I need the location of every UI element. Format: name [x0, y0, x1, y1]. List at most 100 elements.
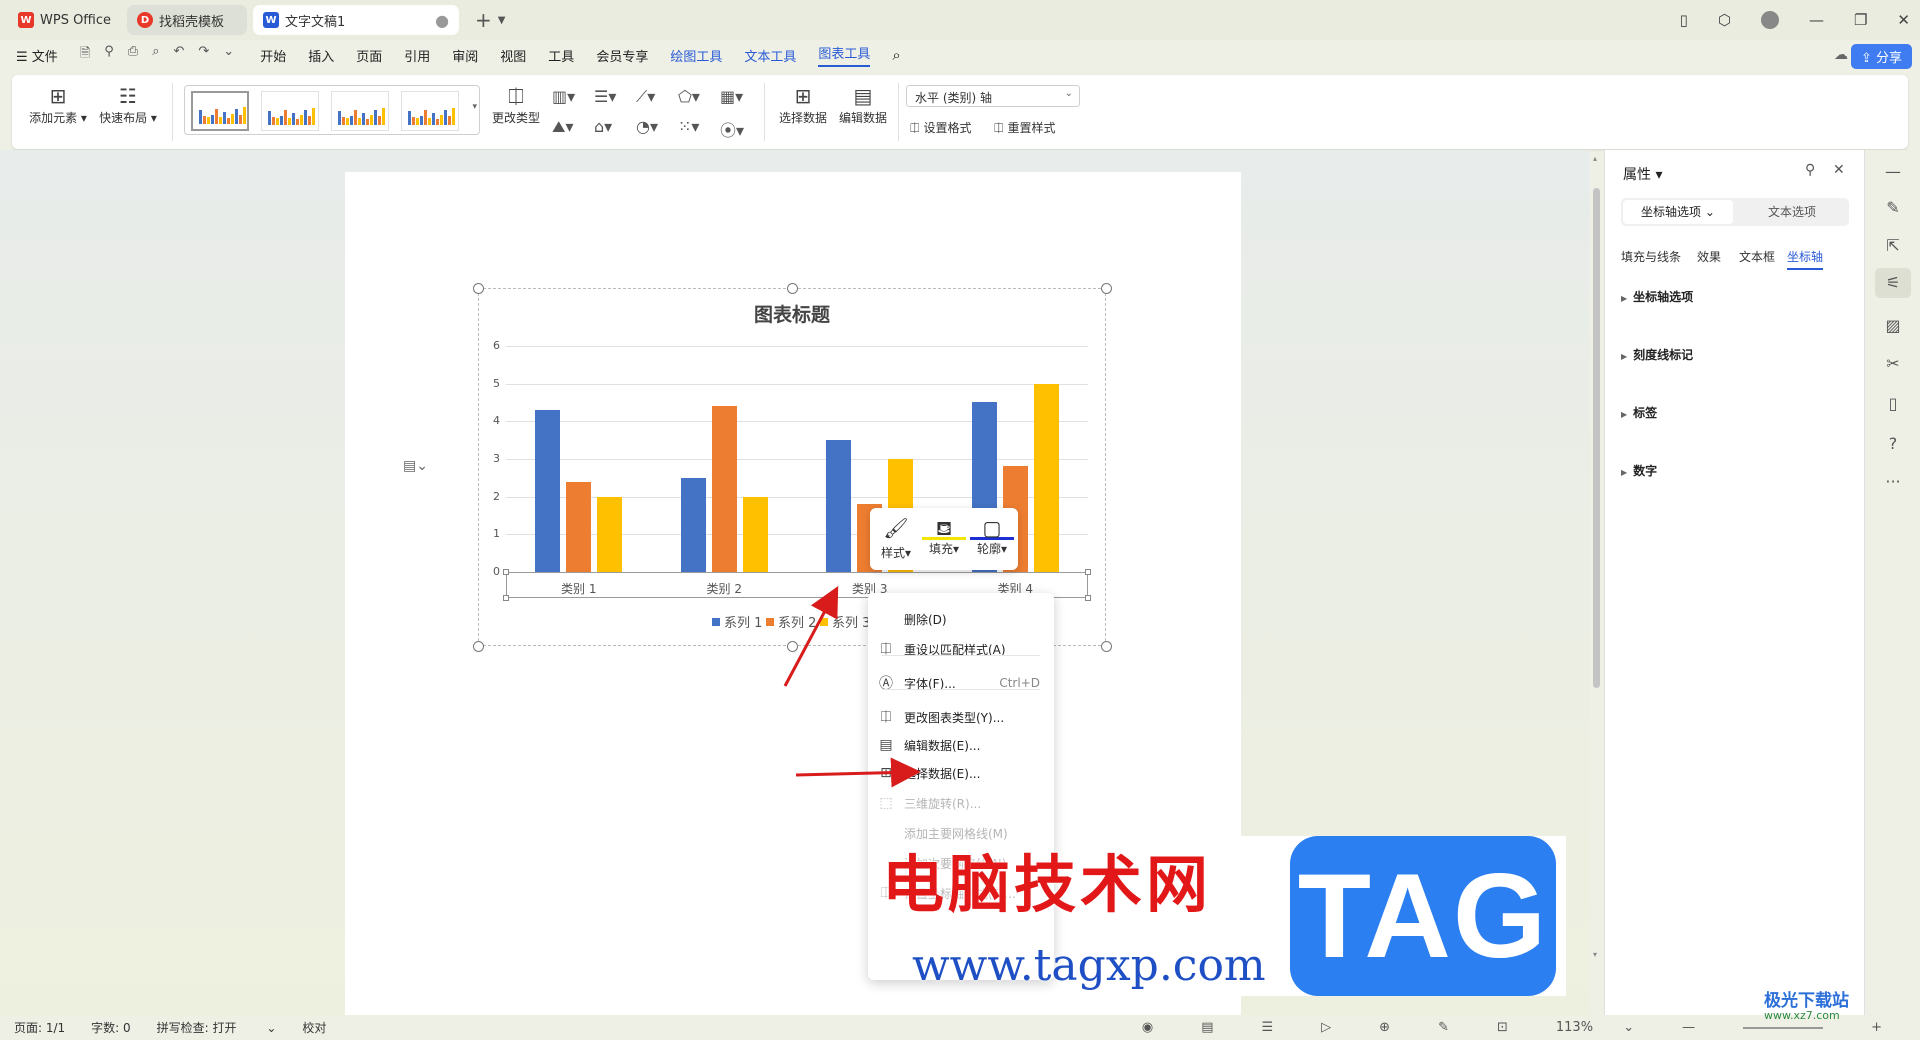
add-element-button[interactable]: ⊞ 添加元素 ▾ [28, 83, 88, 126]
fit-icon[interactable]: ⊡ [1497, 1020, 1508, 1035]
tab-document[interactable]: W 文字文稿1 ● [253, 5, 460, 35]
play-icon[interactable]: ▷ [1321, 1020, 1331, 1035]
unsaved-dot-icon[interactable]: ● [435, 11, 449, 30]
stock-chart-icon[interactable]: ⌂▾ [594, 117, 612, 136]
context-menu-item[interactable]: Ⓐ 字体(F)... Ctrl+D [868, 669, 1054, 697]
legend-item[interactable]: 系列 1 [712, 612, 762, 631]
bar-series-1[interactable] [826, 440, 852, 572]
scroll-down-icon[interactable]: ▾ [1593, 950, 1597, 959]
subtab-effects[interactable]: 效果 [1697, 248, 1721, 265]
bar-series-1[interactable] [680, 477, 706, 572]
tab-docer[interactable]: D 找稻壳模板 [127, 5, 248, 35]
chart-style-thumb-1[interactable] [191, 91, 249, 131]
more-icon[interactable]: ··· [1865, 472, 1920, 491]
context-menu-item[interactable]: 删除(D) [868, 605, 1054, 633]
select-data-button[interactable]: ⊞ 选择数据 [776, 83, 830, 126]
line-chart-icon[interactable]: ⟋▾ [636, 87, 655, 107]
zoom-in-icon[interactable]: + [1871, 1020, 1882, 1035]
chart-style-thumb-2[interactable] [261, 91, 319, 131]
resize-handle[interactable] [1101, 283, 1112, 294]
context-menu-item[interactable]: ⊞ 选择数据(E)... [868, 759, 1054, 787]
avatar[interactable] [1760, 11, 1779, 29]
zoom-slider[interactable] [1743, 1026, 1824, 1029]
segment-text-options[interactable]: 文本选项 [1737, 200, 1847, 224]
print-preview-icon[interactable]: ⌕ [152, 44, 159, 66]
help-icon[interactable]: ? [1865, 434, 1920, 453]
chart-style-gallery[interactable]: ▾ [184, 85, 480, 135]
web-view-icon[interactable]: ⊕ [1379, 1020, 1390, 1035]
resize-handle[interactable] [473, 641, 484, 652]
properties-sliders-icon[interactable]: ⚟ [1875, 268, 1911, 298]
subtab-axis[interactable]: 坐标轴 [1787, 248, 1824, 270]
search-icon[interactable]: ⌕ [892, 46, 900, 64]
bar-series-2[interactable] [711, 406, 737, 572]
bar-chart-icon[interactable]: ☰▾ [594, 87, 616, 106]
cloud-icon[interactable]: ☁ [1834, 47, 1848, 63]
subtab-textbox[interactable]: 文本框 [1739, 248, 1775, 265]
style-button[interactable]: 🖌 样式▾ [874, 514, 918, 561]
bar-series-3[interactable] [597, 496, 623, 572]
format-painter-icon[interactable]: ⚲ [104, 44, 114, 66]
segment-axis-options[interactable]: 坐标轴选项 ⌄ [1623, 200, 1733, 224]
tab-list-chevron-icon[interactable]: ▼ [498, 15, 506, 26]
section-axis-options[interactable]: ▶ 坐标轴选项 [1621, 288, 1693, 305]
menu-drawing-tools[interactable]: 绘图工具 [670, 46, 722, 65]
redo-icon[interactable]: ↷ [198, 44, 209, 66]
section-number[interactable]: ▶ 数字 [1621, 462, 1657, 479]
restore-icon[interactable]: ❐ [1854, 11, 1867, 29]
bubble-chart-icon[interactable]: ⦿▾ [720, 117, 744, 141]
resize-handle[interactable] [787, 641, 798, 652]
word-count[interactable]: 字数: 0 [91, 1019, 131, 1036]
subtab-fill-line[interactable]: 填充与线条 [1621, 248, 1681, 265]
change-type-button[interactable]: ⎅ 更改类型 [490, 83, 542, 126]
eye-icon[interactable]: ◉ [1142, 1020, 1153, 1035]
menu-member[interactable]: 会员专享 [596, 46, 648, 65]
bar-series-2[interactable] [566, 481, 592, 572]
close-panel-icon[interactable]: ✕ [1833, 162, 1845, 178]
save-icon[interactable]: 🗎 [80, 44, 90, 66]
proofread[interactable]: 校对 [302, 1019, 326, 1036]
section-labels[interactable]: ▶ 标签 [1621, 404, 1657, 421]
page-view-icon[interactable]: ▤ [1201, 1020, 1213, 1035]
chart-style-thumb-3[interactable] [331, 91, 389, 131]
tools-icon[interactable]: ✂ [1865, 354, 1920, 373]
page-indicator[interactable]: 页面: 1/1 [14, 1019, 65, 1036]
menu-review[interactable]: 审阅 [452, 46, 478, 65]
layout-icon[interactable]: ▯ [1680, 11, 1688, 29]
print-icon[interactable]: ⎙ [128, 44, 138, 66]
context-menu-item[interactable]: ⎅ 重设以匹配样式(A) [868, 635, 1054, 663]
column-chart-icon[interactable]: ▥▾ [552, 87, 575, 106]
share-button[interactable]: ⇪ 分享 [1850, 44, 1912, 69]
resize-handle[interactable] [1101, 641, 1112, 652]
tab-wps-office[interactable]: W WPS Office [8, 5, 121, 35]
close-icon[interactable]: ✕ [1897, 11, 1910, 29]
gallery-expand-icon[interactable]: ▾ [472, 102, 477, 112]
undo-icon[interactable]: ↶ [173, 44, 184, 66]
scroll-up-icon[interactable]: ▴ [1593, 154, 1597, 163]
book-icon[interactable]: ▯ [1865, 394, 1920, 413]
area-chart-icon[interactable]: ⛰▾ [552, 117, 573, 137]
panel-title[interactable]: 属性 ▾ [1623, 164, 1662, 184]
new-tab-icon[interactable]: + [475, 8, 492, 32]
bar-series-1[interactable] [535, 409, 561, 572]
scrollbar-thumb[interactable] [1593, 188, 1600, 688]
pin-icon[interactable]: ⚲ [1805, 162, 1815, 178]
quick-layout-button[interactable]: ☷ 快速布局 ▾ [98, 83, 158, 126]
context-menu-item[interactable]: ⎅ 更改图表类型(Y)... [868, 703, 1054, 731]
minimize-icon[interactable]: — [1809, 11, 1824, 29]
cube-icon[interactable]: ⬡ [1718, 11, 1731, 29]
pie-chart-icon[interactable]: ◔▾ [636, 117, 658, 136]
image-edit-icon[interactable]: ▨ [1865, 316, 1920, 335]
more-chevron-icon[interactable]: ⌄ [223, 44, 234, 66]
menu-chart-tools[interactable]: 图表工具 [818, 43, 871, 67]
bar-series-3[interactable] [742, 496, 768, 572]
vertical-scrollbar[interactable]: ▴ ▾ [1590, 150, 1604, 1015]
spell-check[interactable]: 拼写检查: 打开 ⌄ [157, 1019, 277, 1036]
layout-options-icon[interactable]: ▤⌄ [403, 458, 428, 474]
section-tick-marks[interactable]: ▶ 刻度线标记 [1621, 346, 1693, 363]
menu-references[interactable]: 引用 [404, 46, 430, 65]
edit-data-button[interactable]: ▤ 编辑数据 [836, 83, 890, 126]
resize-handle[interactable] [787, 283, 798, 294]
context-menu-item[interactable]: ▤ 编辑数据(E)... [868, 731, 1054, 759]
reset-style-button[interactable]: ⎅ 重置样式 [994, 119, 1068, 136]
